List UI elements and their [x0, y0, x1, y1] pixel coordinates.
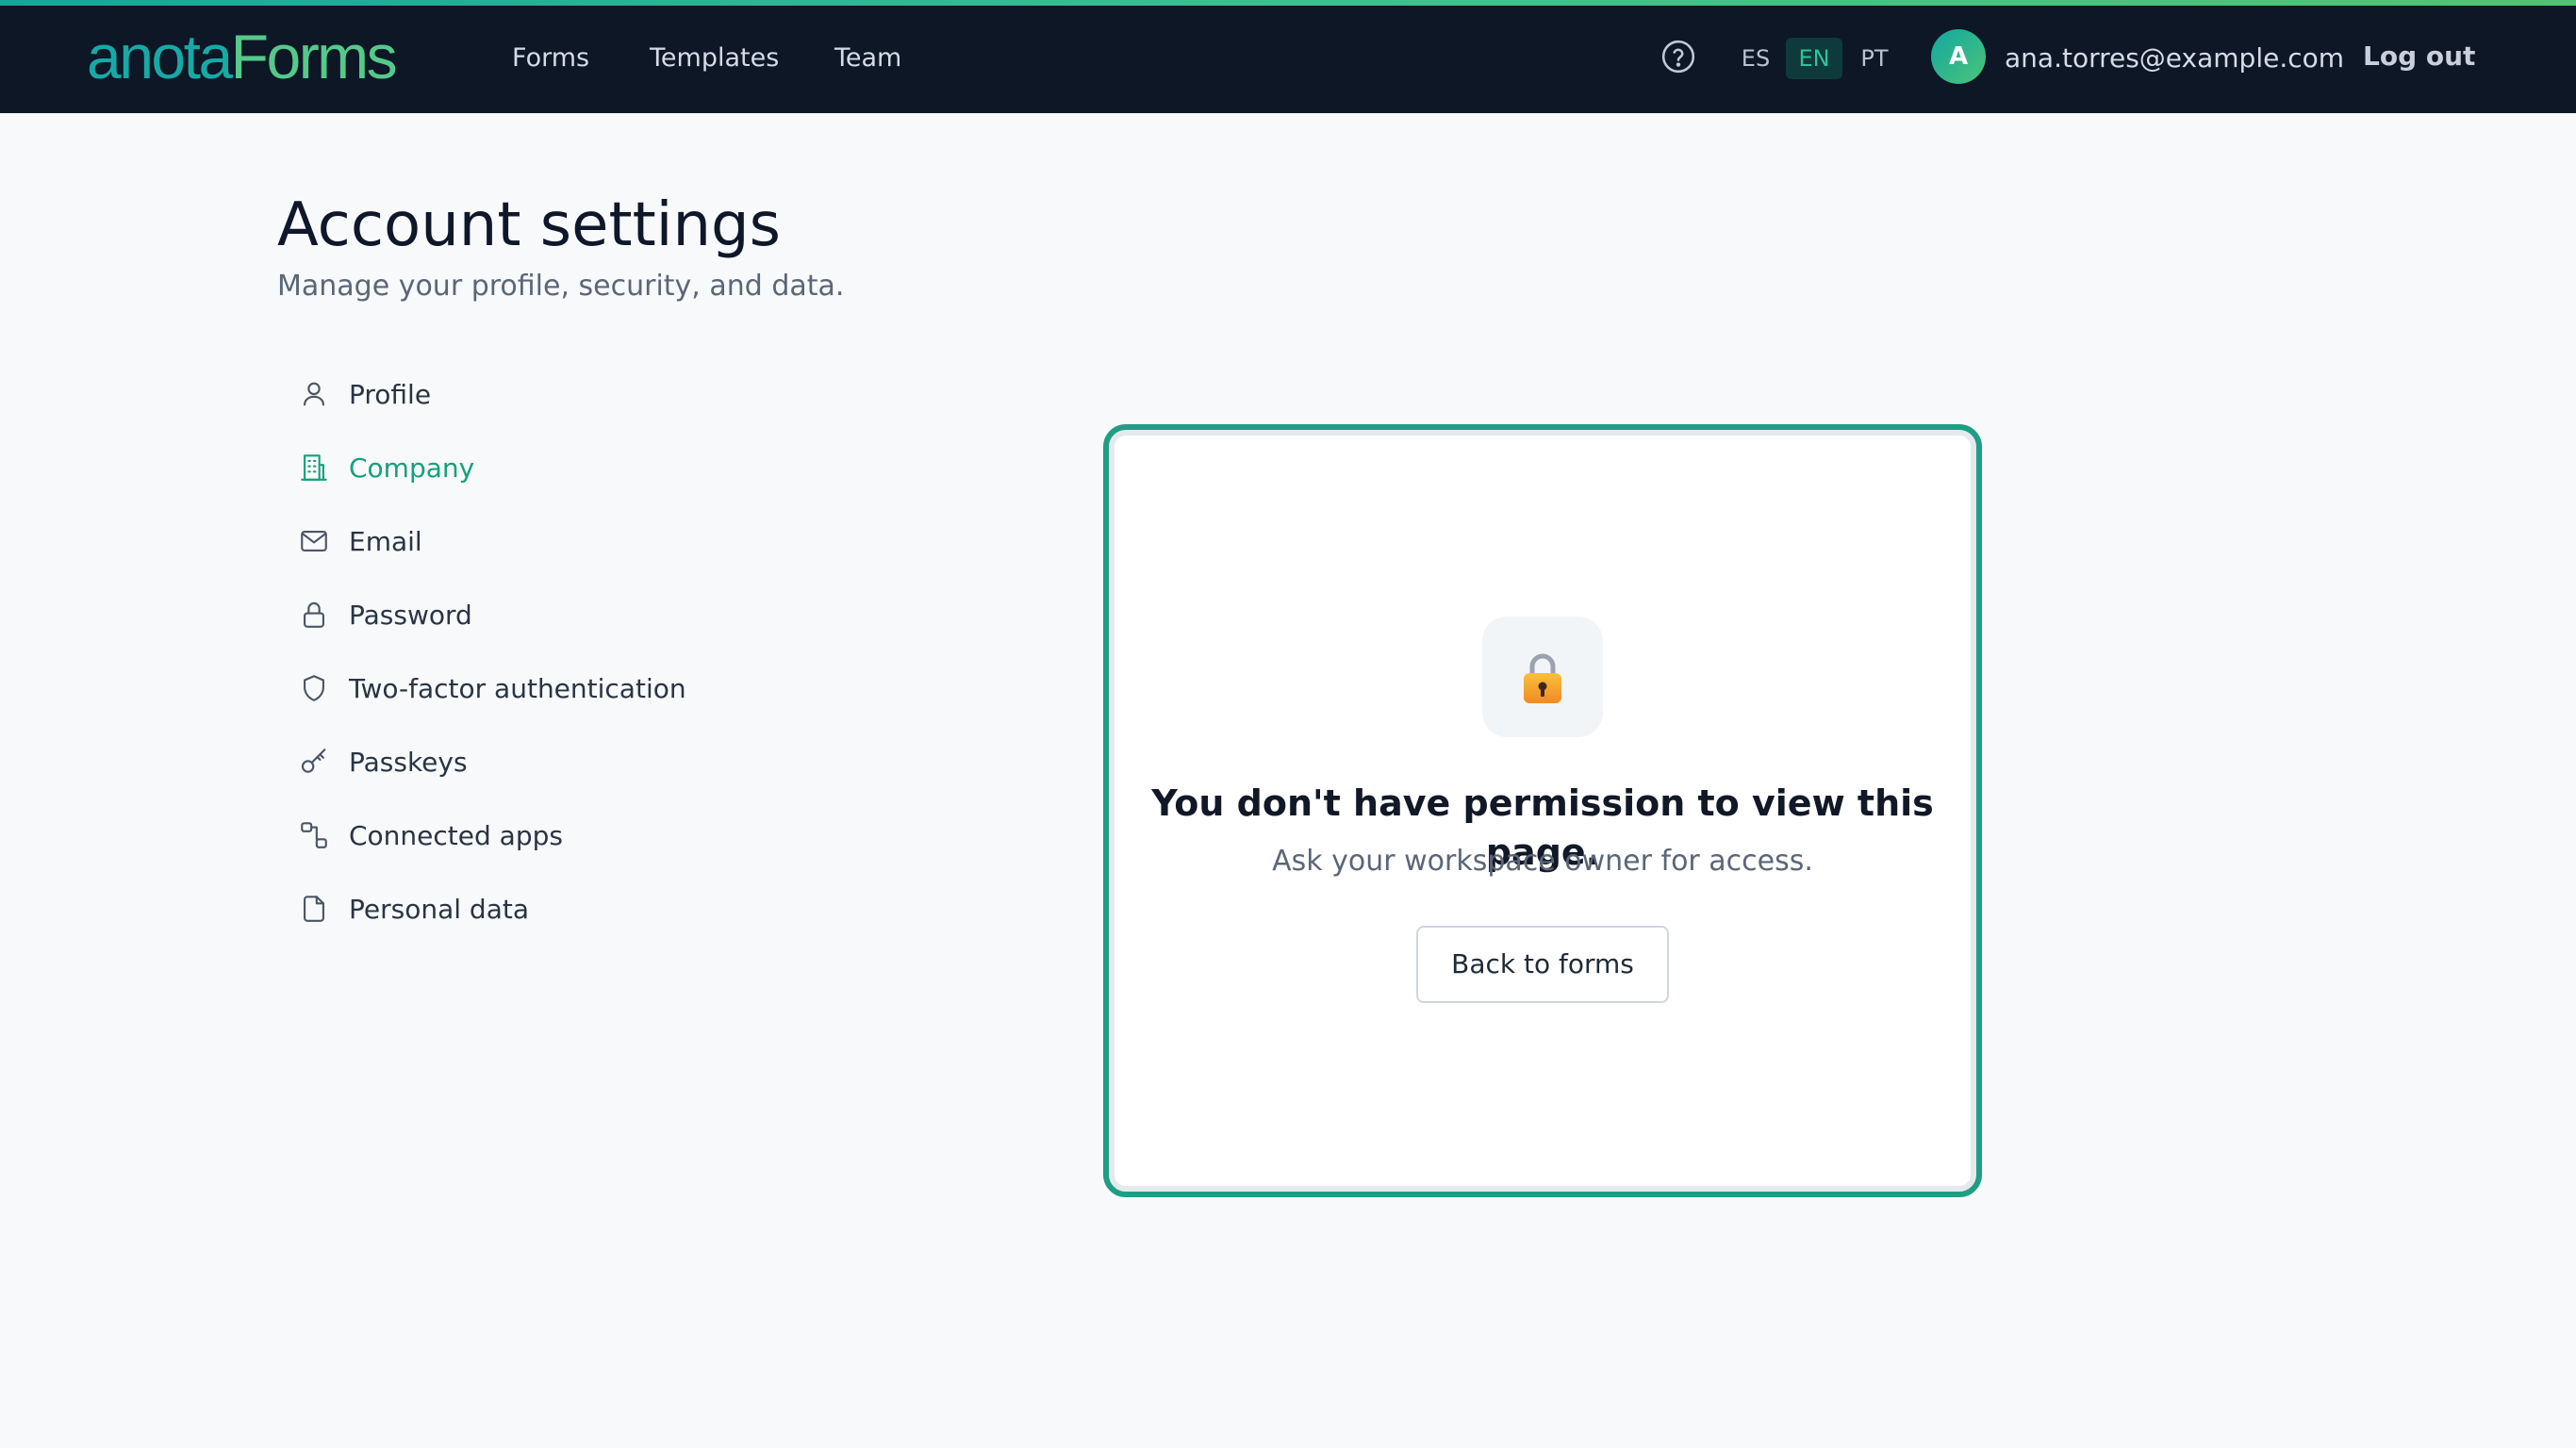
back-to-forms-button[interactable]: Back to forms — [1416, 926, 1669, 1003]
user-icon — [298, 378, 330, 410]
sidebar-item-label: Password — [349, 599, 472, 631]
sidebar-item-label: Profile — [349, 378, 432, 410]
sidebar-item-password[interactable]: Password — [283, 588, 773, 641]
help-circle-icon[interactable] — [1660, 39, 1696, 74]
logout-button[interactable]: Log out — [2363, 36, 2475, 77]
top-navigation-bar: anotaForms Forms Templates Team ES EN PT… — [0, 0, 2576, 113]
sidebar-item-label: Company — [349, 452, 475, 484]
sidebar-item-profile[interactable]: Profile — [283, 368, 773, 420]
language-option-pt[interactable]: PT — [1850, 38, 1899, 79]
link-icon — [298, 819, 330, 851]
sidebar-item-label: Passkeys — [349, 746, 468, 778]
nav-link-forms[interactable]: Forms — [512, 38, 589, 79]
key-icon — [298, 746, 330, 778]
topbar-accent-stripe — [0, 0, 2576, 6]
sidebar-item-two-factor[interactable]: Two-factor authentication — [283, 662, 773, 715]
nav-link-templates[interactable]: Templates — [650, 38, 779, 79]
mail-icon — [298, 525, 330, 557]
logo-word-anota: anota — [87, 22, 233, 91]
logo-word-forms: Forms — [230, 22, 398, 91]
user-avatar[interactable]: A — [1931, 29, 1986, 84]
lock-icon — [1482, 617, 1603, 737]
language-option-en[interactable]: EN — [1786, 38, 1842, 79]
nav-link-team[interactable]: Team — [834, 38, 901, 79]
lock-icon — [298, 599, 330, 631]
page-subtitle: Manage your profile, security, and data. — [277, 270, 845, 303]
sidebar-item-company[interactable]: Company — [283, 441, 773, 494]
shield-icon — [298, 672, 330, 704]
app-logo[interactable]: anotaForms — [87, 21, 398, 92]
file-icon — [298, 893, 330, 925]
sidebar-item-label: Two-factor authentication — [349, 672, 686, 704]
user-email[interactable]: ana.torres@example.com — [2005, 38, 2344, 79]
sidebar-item-label: Connected apps — [349, 819, 563, 851]
page-title: Account settings — [277, 190, 781, 260]
sidebar-item-label: Email — [349, 525, 422, 557]
sidebar-item-connected-apps[interactable]: Connected apps — [283, 809, 773, 862]
language-option-es[interactable]: ES — [1731, 38, 1780, 79]
sidebar-item-label: Personal data — [349, 893, 529, 925]
sidebar-item-personal-data[interactable]: Personal data — [283, 882, 773, 935]
sidebar-item-passkeys[interactable]: Passkeys — [283, 735, 773, 788]
sidebar-item-email[interactable]: Email — [283, 515, 773, 568]
permission-message: Ask your workspace owner for access. — [1272, 845, 1813, 878]
building-icon — [298, 452, 330, 484]
